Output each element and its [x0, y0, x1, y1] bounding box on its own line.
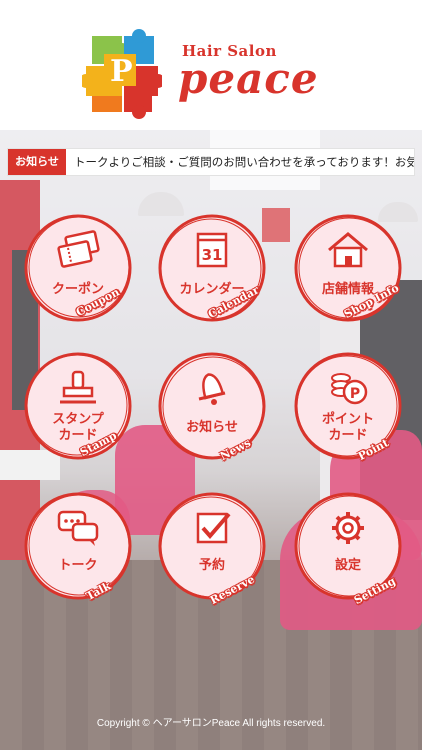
salon-logo: P Hair Salon peace	[82, 28, 342, 123]
menu-coupon-button[interactable]: クーポン Coupon	[22, 212, 134, 324]
bell-icon	[198, 373, 226, 405]
brand-title: peace	[178, 54, 319, 103]
menu-stamp-button[interactable]: スタンプ カード Stamp	[22, 350, 134, 462]
coupon-icon	[57, 230, 100, 268]
checkbox-icon	[196, 512, 231, 544]
menu-shopinfo-button[interactable]: 店舗情報 Shop Info	[292, 212, 404, 324]
chat-bubble-icon	[57, 510, 99, 546]
logo-letter: P	[110, 54, 133, 89]
calendar-day: 31	[202, 246, 223, 264]
menu-news-button[interactable]: お知らせ News	[156, 350, 268, 463]
menu-reserve-button[interactable]: 予約 Reserve	[156, 490, 268, 607]
menu-point-button[interactable]: P ポイント カード Point	[292, 350, 404, 463]
point-coin-icon: P	[331, 373, 368, 405]
menu-talk-label: トーク	[58, 558, 98, 573]
house-icon	[328, 232, 368, 268]
gear-icon	[332, 512, 364, 544]
calendar-icon: 31	[196, 232, 228, 268]
stamp-icon	[60, 370, 96, 404]
menu-setting-label: 設定	[334, 558, 361, 573]
menu-news-label: お知らせ	[186, 420, 238, 435]
menu-calendar-button[interactable]: 31 カレンダー Calendar	[156, 212, 268, 324]
point-letter: P	[350, 386, 360, 402]
notice-ticker[interactable]: お知らせ トークよりご相談・ご質問のお問い合わせを承っております！お気軽にご連絡…	[7, 148, 415, 176]
footer-copyright: Copyright © ヘアーサロンPeace All rights reser…	[96, 718, 326, 729]
menu-setting-button[interactable]: 設定 Setting	[292, 490, 404, 607]
menu-talk-button[interactable]: トーク Talk	[22, 490, 134, 603]
notice-text: トークよりご相談・ご質問のお問い合わせを承っております！お気軽にご連絡ください。	[74, 155, 415, 169]
notice-tag: お知らせ	[8, 149, 66, 175]
header: P Hair Salon peace	[0, 0, 422, 130]
